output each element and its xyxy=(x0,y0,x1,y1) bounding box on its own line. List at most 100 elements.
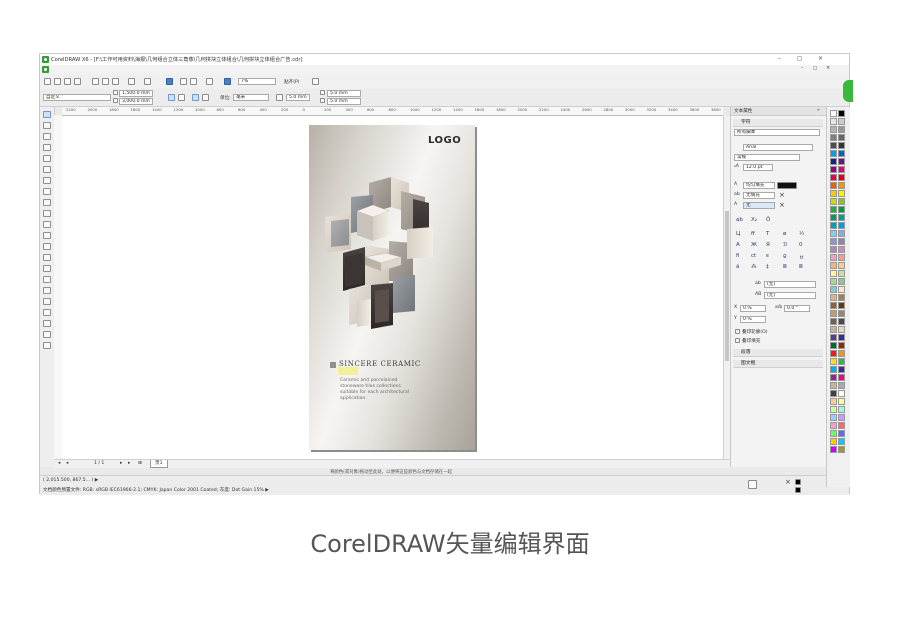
doc-restore-button[interactable]: ◻ xyxy=(813,65,817,71)
palette-swatch[interactable] xyxy=(830,166,837,173)
palette-swatch[interactable] xyxy=(830,414,837,421)
palette-swatch[interactable] xyxy=(838,430,845,437)
palette-swatch[interactable] xyxy=(830,134,837,141)
palette-swatch[interactable] xyxy=(830,230,837,237)
print-icon[interactable] xyxy=(74,78,81,85)
smart-fill-tool-icon[interactable] xyxy=(43,166,51,173)
palette-swatch[interactable] xyxy=(838,150,845,157)
maximize-button[interactable]: ◻ xyxy=(797,55,802,62)
poster-brand-title[interactable]: SINCERE CERAMIC xyxy=(339,360,421,368)
palette-swatch[interactable] xyxy=(838,302,845,309)
connector-tool-icon[interactable] xyxy=(43,254,51,261)
current-page-icon[interactable] xyxy=(202,94,209,101)
palette-swatch[interactable] xyxy=(838,190,845,197)
palette-swatch[interactable] xyxy=(838,342,845,349)
palette-swatch[interactable] xyxy=(838,206,845,213)
palette-swatch[interactable] xyxy=(830,334,837,341)
oldstyle-icon[interactable]: ϱ xyxy=(783,253,787,259)
open-icon[interactable] xyxy=(54,78,61,85)
frame-section-header[interactable]: 图文框 xyxy=(733,360,823,368)
palette-swatch[interactable] xyxy=(838,158,845,165)
palette-swatch[interactable] xyxy=(838,270,845,277)
superscript-icon[interactable]: ab xyxy=(736,217,743,223)
palette-swatch[interactable] xyxy=(830,406,837,413)
palette-swatch[interactable] xyxy=(830,374,837,381)
ct-ligature-icon[interactable]: ct xyxy=(751,253,756,259)
palette-swatch[interactable] xyxy=(838,406,845,413)
nav-prev-button[interactable]: ◂ xyxy=(66,461,68,466)
nav-next-button[interactable]: ▸ xyxy=(120,461,122,466)
palette-swatch[interactable] xyxy=(838,318,845,325)
palette-swatch[interactable] xyxy=(830,238,837,245)
palette-swatch[interactable] xyxy=(830,214,837,221)
interactive-fill-tool-icon[interactable] xyxy=(43,320,51,327)
vertical-scroll-thumb[interactable] xyxy=(725,211,729,361)
x-offset-field[interactable]: 0 % xyxy=(740,305,766,312)
palette-swatch[interactable] xyxy=(838,422,845,429)
caps-icon[interactable]: A xyxy=(736,242,740,248)
palette-swatch[interactable] xyxy=(830,366,837,373)
new-icon[interactable] xyxy=(44,78,51,85)
paragraph-section-header[interactable]: 段落 xyxy=(733,349,823,357)
palette-swatch[interactable] xyxy=(838,198,845,205)
ordinal-icon[interactable]: ø xyxy=(783,231,786,237)
fraction-icon[interactable]: ½ xyxy=(799,231,804,237)
outline-width-select[interactable]: 无 xyxy=(743,202,775,209)
nav-first-button[interactable]: ◂ xyxy=(58,461,60,466)
mesh-fill-tool-icon[interactable] xyxy=(43,331,51,338)
palette-swatch[interactable] xyxy=(830,262,837,269)
palette-swatch[interactable] xyxy=(838,126,845,133)
color-profile-info[interactable]: 文档颜色预置文件: RGB: sRGB IEC61966-2.1; CMYK: … xyxy=(43,487,269,493)
stylistic-set-icon[interactable]: Ⅲ xyxy=(799,264,803,270)
palette-swatch[interactable] xyxy=(838,366,845,373)
welcome-screen-icon[interactable] xyxy=(224,78,231,85)
nudge-distance-field[interactable]: 5.0 mm xyxy=(286,94,310,101)
palette-swatch[interactable] xyxy=(830,302,837,309)
palette-swatch[interactable] xyxy=(838,278,845,285)
overprint-fill-checkbox[interactable] xyxy=(735,338,740,343)
poster-page[interactable]: LOGO SINCERE CERAMIC Ceramic and porcela… xyxy=(309,125,475,450)
palette-swatch[interactable] xyxy=(830,318,837,325)
palette-swatch[interactable] xyxy=(838,110,845,117)
palette-swatch[interactable] xyxy=(838,382,845,389)
palette-swatch[interactable] xyxy=(838,414,845,421)
kerning-select[interactable]: (无) xyxy=(764,281,816,288)
docker-expand-icon[interactable]: » xyxy=(817,108,820,113)
palette-swatch[interactable] xyxy=(830,110,837,117)
table-tool-icon[interactable] xyxy=(43,232,51,239)
text-fill-type[interactable]: 均匀填充 xyxy=(743,182,775,189)
polygon-tool-icon[interactable] xyxy=(43,199,51,206)
palette-swatch[interactable] xyxy=(830,182,837,189)
duplicate-x-field[interactable]: 5.0 mm xyxy=(327,90,361,97)
palette-swatch[interactable] xyxy=(830,342,837,349)
palette-swatch[interactable] xyxy=(830,438,837,445)
page-size-select[interactable]: 自定义 xyxy=(43,94,111,101)
palette-swatch[interactable] xyxy=(838,294,845,301)
titling-icon[interactable]: Ⅲ xyxy=(783,264,787,270)
palette-swatch[interactable] xyxy=(838,142,845,149)
palette-swatch[interactable] xyxy=(830,118,837,125)
options-icon[interactable] xyxy=(312,78,319,85)
palette-swatch[interactable] xyxy=(830,430,837,437)
palette-swatch[interactable] xyxy=(838,358,845,365)
poster-description[interactable]: Ceramic and porcelained stoneware tiles … xyxy=(340,378,410,402)
angle-field[interactable]: 0.0 ° xyxy=(784,305,810,312)
palette-swatch[interactable] xyxy=(830,206,837,213)
palette-swatch[interactable] xyxy=(838,174,845,181)
palette-swatch[interactable] xyxy=(830,246,837,253)
all-pages-icon[interactable] xyxy=(192,94,199,101)
palette-swatch[interactable] xyxy=(830,286,837,293)
palette-swatch[interactable] xyxy=(830,358,837,365)
palette-swatch[interactable] xyxy=(830,174,837,181)
palette-swatch[interactable] xyxy=(838,262,845,269)
snap-to-menu[interactable]: 贴齐(P) xyxy=(284,79,300,85)
portrait-icon[interactable] xyxy=(168,94,175,101)
zero-icon[interactable]: 0 xyxy=(799,242,803,248)
page-tab[interactable]: 页1 xyxy=(150,460,168,468)
ornaments-icon[interactable]: ‡ xyxy=(766,264,769,270)
duplicate-y-field[interactable]: 5.0 mm xyxy=(327,98,361,105)
font-style-select[interactable]: 常规 xyxy=(734,154,800,161)
opentype-icon[interactable]: Ô xyxy=(766,217,770,223)
redo-icon[interactable] xyxy=(144,78,151,85)
palette-swatch[interactable] xyxy=(830,222,837,229)
